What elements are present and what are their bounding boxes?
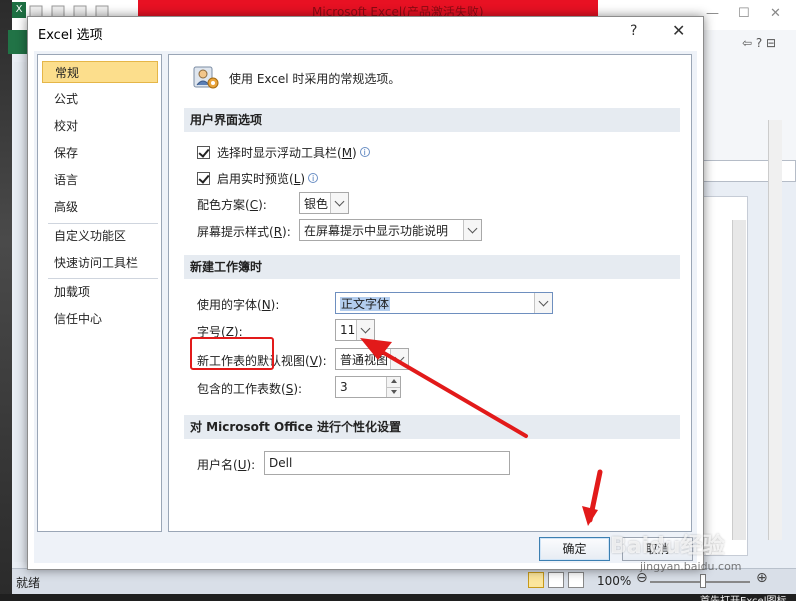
- font-size-dropdown[interactable]: 11: [335, 319, 375, 341]
- bottom-caption: 首先打开Excel图标: [700, 592, 787, 601]
- section-new-workbook: 新建工作簿时: [184, 255, 680, 279]
- screentip-style-value: 在屏幕提示中显示功能说明: [304, 223, 449, 238]
- sheet-count-value: 3: [340, 380, 348, 394]
- outer-scrollbar[interactable]: [768, 120, 782, 540]
- font-size-value: 11: [340, 323, 356, 337]
- stepper-down-icon[interactable]: [387, 387, 400, 397]
- stepper-up-icon[interactable]: [387, 377, 400, 388]
- minimize-icon[interactable]: —: [706, 6, 719, 21]
- username-input[interactable]: Dell: [264, 451, 510, 475]
- page-layout-view-icon[interactable]: [548, 572, 564, 588]
- info-icon[interactable]: i: [359, 147, 370, 157]
- section-personalize-office: 对 Microsoft Office 进行个性化设置: [184, 415, 680, 439]
- nav-item-language[interactable]: 语言: [42, 169, 158, 191]
- chevron-down-icon[interactable]: [534, 293, 552, 313]
- excel-left-panel: [14, 62, 26, 562]
- sheet-count-stepper[interactable]: 3: [335, 376, 401, 398]
- intro-text: 使用 Excel 时采用的常规选项。: [229, 72, 401, 86]
- nav-item-formulas[interactable]: 公式: [42, 88, 158, 110]
- mini-toolbar-checkbox[interactable]: [197, 145, 210, 159]
- page-break-view-icon[interactable]: [568, 572, 584, 588]
- nav-item-proofing[interactable]: 校对: [42, 115, 158, 137]
- chevron-down-icon[interactable]: [356, 320, 374, 340]
- font-dropdown[interactable]: 正文字体: [335, 292, 553, 314]
- general-options-icon: [193, 66, 219, 89]
- nav-item-save[interactable]: 保存: [42, 142, 158, 164]
- ok-button[interactable]: 确定: [539, 537, 610, 561]
- dialog-title: Excel 选项: [38, 28, 103, 43]
- zoom-slider-thumb[interactable]: [700, 574, 706, 588]
- options-content: 使用 Excel 时采用的常规选项。 用户界面选项 选择时显示浮动工具栏(M) …: [168, 54, 692, 532]
- live-preview-checkbox[interactable]: [197, 171, 210, 185]
- nav-item-advanced[interactable]: 高级: [42, 196, 158, 218]
- section-ui-options: 用户界面选项: [184, 108, 680, 132]
- worksheet-scrollbar[interactable]: [732, 220, 746, 540]
- close-icon[interactable]: ✕: [672, 21, 685, 40]
- close-icon[interactable]: ✕: [770, 6, 781, 21]
- screentip-style-dropdown[interactable]: 在屏幕提示中显示功能说明: [299, 219, 482, 241]
- watermark-url: jingyan.baidu.com: [640, 560, 742, 573]
- stepper-buttons: [386, 377, 400, 397]
- chevron-down-icon[interactable]: [330, 193, 348, 213]
- maximize-icon[interactable]: ☐: [738, 6, 750, 21]
- nav-item-trust-center[interactable]: 信任中心: [42, 308, 158, 330]
- nav-item-general[interactable]: 常规: [42, 61, 158, 83]
- dialog-titlebar: Excel 选项 ? ✕: [28, 17, 703, 49]
- chevron-down-icon[interactable]: [390, 349, 408, 369]
- normal-view-icon[interactable]: [528, 572, 544, 588]
- dialog-body: 常规 公式 校对 保存 语言 高级 自定义功能区 快速访问工具栏 加载项 信任中…: [34, 51, 697, 563]
- nav-item-customize-ribbon[interactable]: 自定义功能区: [42, 225, 158, 247]
- watermark: Baidu经验: [610, 534, 725, 559]
- desktop-left-strip: [0, 0, 12, 601]
- help-icon[interactable]: ?: [630, 23, 637, 39]
- nav-item-quick-access-toolbar[interactable]: 快速访问工具栏: [42, 252, 158, 274]
- default-view-dropdown[interactable]: 普通视图: [335, 348, 409, 370]
- zoom-in-icon[interactable]: ⊕: [756, 570, 768, 586]
- color-scheme-value: 银色: [304, 196, 329, 211]
- taskbar-strip: [0, 594, 796, 601]
- nav-item-add-ins[interactable]: 加载项: [42, 281, 158, 303]
- nav-divider: [48, 278, 158, 279]
- excel-options-dialog: Excel 选项 ? ✕ 常规 公式 校对 保存 语言 高级 自定义功能区 快速…: [27, 16, 704, 570]
- screentip-style-label: 屏幕提示样式(R):: [197, 225, 291, 239]
- ribbon-help-icons[interactable]: ⇦ ? ⊟: [742, 36, 776, 50]
- mini-toolbar-label: 选择时显示浮动工具栏(M): [217, 145, 357, 160]
- mini-toolbar-option[interactable]: 选择时显示浮动工具栏(M) i: [197, 143, 370, 161]
- sheet-count-label: 包含的工作表数(S):: [197, 382, 303, 396]
- zoom-level: 100%: [597, 574, 632, 588]
- chevron-down-icon[interactable]: [463, 220, 481, 240]
- color-scheme-dropdown[interactable]: 银色: [299, 192, 349, 214]
- font-label: 使用的字体(N):: [197, 298, 280, 312]
- options-nav: 常规 公式 校对 保存 语言 高级 自定义功能区 快速访问工具栏 加载项 信任中…: [37, 54, 162, 532]
- live-preview-label: 启用实时预览(L): [217, 171, 306, 186]
- status-text: 就绪: [16, 576, 41, 590]
- excel-app-icon: X: [12, 2, 26, 18]
- username-label: 用户名(U):: [197, 458, 256, 472]
- view-mode-icons[interactable]: [528, 572, 584, 590]
- info-icon[interactable]: i: [308, 173, 319, 183]
- nav-divider: [48, 223, 158, 224]
- default-view-value: 普通视图: [340, 352, 389, 367]
- live-preview-option[interactable]: 启用实时预览(L) i: [197, 169, 319, 187]
- font-value: 正文字体: [340, 296, 391, 311]
- annotation-highlight-box: [190, 337, 274, 370]
- color-scheme-label: 配色方案(C):: [197, 198, 267, 212]
